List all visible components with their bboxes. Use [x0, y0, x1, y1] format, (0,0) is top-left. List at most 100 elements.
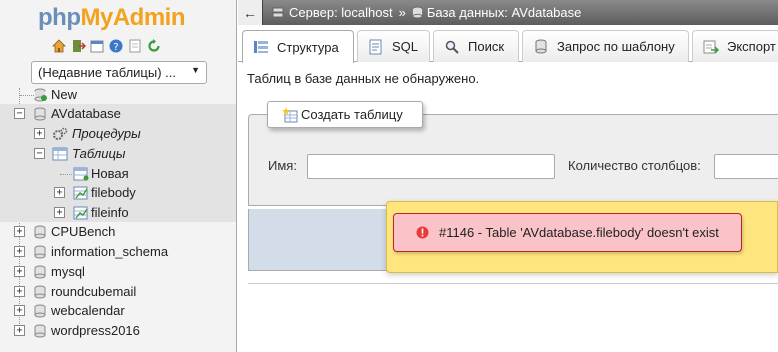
tree-item-table-filebody[interactable]: + filebody	[0, 183, 236, 203]
breadcrumb-server[interactable]: Сервер: localhost	[271, 5, 393, 20]
quick-icons: ?	[51, 38, 162, 54]
new-table-icon	[282, 106, 298, 123]
query-icon	[533, 39, 549, 55]
database-icon	[412, 6, 423, 19]
tree-item-label: fileinfo	[91, 205, 129, 220]
database-icon	[34, 285, 46, 302]
expand-icon[interactable]: +	[14, 246, 25, 257]
arrow-left-icon: ←	[243, 4, 257, 21]
tab-label: Запрос по шаблону	[557, 39, 675, 54]
tab-query[interactable]: Запрос по шаблону	[522, 30, 689, 62]
home-icon[interactable]	[51, 38, 67, 54]
create-table-legend: Создать таблицу	[267, 101, 423, 128]
phpmyadmin-logo[interactable]: phpMyAdmin	[38, 4, 185, 32]
breadcrumb-database-label: База данных: AVdatabase	[426, 5, 582, 20]
tree-item-label: filebody	[91, 185, 136, 200]
new-table-icon	[73, 167, 89, 184]
table-icon	[73, 206, 89, 223]
tree-item-db[interactable]: + mysql	[0, 262, 236, 282]
tree-item-label: webcalendar	[51, 303, 125, 318]
structure-icon	[253, 39, 269, 55]
collapse-icon[interactable]: −	[14, 108, 25, 119]
no-tables-message: Таблиц в базе данных не обнаружено.	[247, 71, 480, 86]
expand-icon[interactable]: +	[14, 305, 25, 316]
tree-item-avdatabase[interactable]: − AVdatabase	[0, 104, 236, 124]
breadcrumb-bar: ← Сервер: localhost » База данных: AVdat…	[238, 0, 778, 25]
expand-icon[interactable]: +	[14, 325, 25, 336]
collapse-icon[interactable]: −	[34, 148, 45, 159]
sql-query-icon[interactable]	[89, 38, 105, 54]
tree-item-label: New	[51, 87, 78, 102]
tree-item-db[interactable]: + webcalendar	[0, 301, 236, 321]
tree-item-label: CPUBench	[51, 224, 116, 239]
tree-item-label: Таблицы	[72, 146, 126, 161]
recent-tables-value: (Недавние таблицы) ...	[38, 65, 176, 80]
tables-icon	[52, 147, 68, 164]
tree-item-label: Процедуры	[72, 126, 141, 141]
error-message-box[interactable]: #1146 - Table 'AVdatabase.filebody' does…	[393, 213, 742, 252]
tree-item-tables[interactable]: − Таблицы	[0, 144, 236, 164]
table-name-label: Имя:	[268, 158, 297, 173]
tree-item-db[interactable]: + wordpress2016	[0, 321, 236, 341]
tree-item-procedures[interactable]: + Процедуры	[0, 124, 236, 144]
search-icon	[444, 39, 460, 55]
database-icon	[34, 324, 46, 341]
tab-sql[interactable]: SQL	[357, 30, 430, 62]
database-icon	[34, 265, 46, 282]
columns-count-label: Количество столбцов:	[568, 158, 701, 173]
error-icon	[416, 226, 429, 239]
breadcrumb-database[interactable]: База данных: AVdatabase	[412, 5, 582, 20]
create-table-label: Создать таблицу	[301, 107, 403, 122]
columns-count-input[interactable]	[714, 154, 778, 179]
tree-item-db[interactable]: + roundcubemail	[0, 282, 236, 302]
dropdown-arrow-icon: ▼	[191, 65, 200, 75]
tree-item-db[interactable]: + CPUBench	[0, 222, 236, 242]
expand-icon[interactable]: +	[54, 207, 65, 218]
tab-export[interactable]: Экспорт	[692, 30, 778, 62]
expand-icon[interactable]: +	[14, 286, 25, 297]
expand-icon[interactable]: +	[14, 226, 25, 237]
procedures-icon	[52, 127, 68, 144]
tree-item-new-table[interactable]: Новая	[0, 164, 236, 184]
help-icon[interactable]: ?	[108, 38, 124, 54]
logo-myadmin-text: MyAdmin	[80, 4, 185, 31]
database-icon	[34, 225, 46, 242]
tab-label: Поиск	[468, 39, 505, 54]
divider	[248, 283, 778, 284]
tab-label: Экспорт	[727, 39, 776, 54]
tree-item-table-fileinfo[interactable]: + fileinfo	[0, 203, 236, 223]
tab-search[interactable]: Поиск	[433, 30, 519, 62]
tab-label: SQL	[392, 39, 419, 54]
tab-bar: Структура SQL Поиск Запрос по шаблону Эк…	[238, 25, 778, 63]
expand-icon[interactable]: +	[14, 266, 25, 277]
database-icon	[34, 107, 46, 124]
sql-icon	[368, 39, 384, 55]
collapse-nav-button[interactable]: ←	[238, 0, 263, 25]
new-db-icon	[34, 88, 47, 105]
expand-icon[interactable]: +	[54, 187, 65, 198]
database-icon	[34, 304, 46, 321]
tree-item-db[interactable]: + information_schema	[0, 242, 236, 262]
tree-item-label: AVdatabase	[51, 106, 121, 121]
tree-item-label: Новая	[91, 166, 129, 181]
tree-item-label: information_schema	[51, 244, 169, 259]
tab-label: Структура	[277, 39, 339, 55]
svg-text:?: ?	[113, 42, 118, 53]
table-name-input[interactable]	[307, 154, 555, 179]
reload-icon[interactable]	[146, 38, 162, 54]
tab-structure[interactable]: Структура	[242, 30, 354, 63]
breadcrumb-separator: »	[398, 5, 406, 20]
error-message-text: #1146 - Table 'AVdatabase.filebody' does…	[439, 225, 719, 240]
table-icon	[73, 186, 89, 203]
breadcrumb-server-label: Сервер: localhost	[289, 5, 393, 20]
logo-php-text: php	[38, 4, 81, 31]
server-icon	[271, 6, 285, 20]
tree-item-label: mysql	[51, 264, 85, 279]
tree-item-label: roundcubemail	[51, 284, 137, 299]
logout-icon[interactable]	[70, 38, 86, 54]
recent-tables-select[interactable]: (Недавние таблицы) ... ▼	[31, 61, 207, 84]
navigation-panel: phpMyAdmin ? (Недавние таблицы) ... ▼ Ne…	[0, 0, 237, 352]
tree-item-label: wordpress2016	[51, 323, 140, 338]
expand-icon[interactable]: +	[34, 128, 45, 139]
docs-icon[interactable]	[127, 38, 143, 54]
